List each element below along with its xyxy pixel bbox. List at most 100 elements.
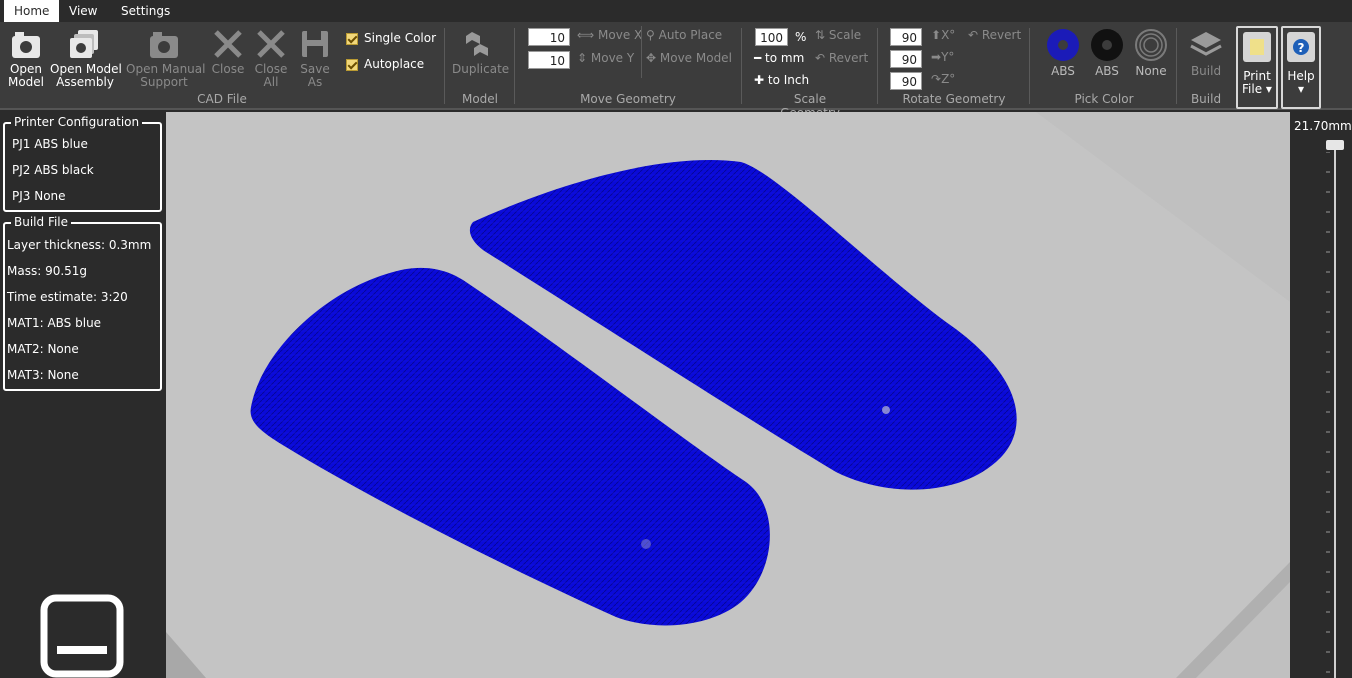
close-all-label: Close All (254, 62, 288, 89)
save-as-button[interactable]: Save As (296, 28, 334, 89)
build-row-mat3: MAT3: None (7, 368, 79, 382)
build-button[interactable]: Build (1185, 28, 1227, 78)
to-inch-button[interactable]: ✚ to Inch (754, 73, 809, 87)
color-none-label: None (1135, 64, 1167, 78)
separator (1176, 28, 1177, 104)
document-icon (1243, 32, 1271, 62)
menu-bar: Home View Settings (0, 0, 1352, 22)
to-mm-button[interactable]: ━ to mm (754, 51, 804, 65)
layers-icon (1190, 32, 1222, 56)
duplicate-icon (466, 32, 488, 56)
move-y-button[interactable]: ⇕ Move Y (577, 51, 634, 65)
duplicate-label: Duplicate (452, 62, 510, 76)
percent-label: % (795, 30, 807, 44)
to-mm-label: to mm (765, 51, 805, 65)
color-abs-black-label: ABS (1095, 64, 1119, 78)
duplicate-button[interactable]: Duplicate (452, 30, 510, 76)
auto-place-label: Auto Place (658, 28, 723, 42)
printer-row-pj2: PJ2 ABS black (12, 163, 94, 177)
tab-view[interactable]: View (59, 0, 107, 22)
revert-icon: ↶ (815, 51, 829, 65)
build-row-mat2: MAT2: None (7, 342, 79, 356)
move-model-button[interactable]: ✥ Move Model (646, 51, 732, 65)
plus-icon: ✚ (754, 73, 768, 87)
close-button[interactable]: Close (208, 28, 248, 76)
separator (741, 28, 742, 104)
tab-home[interactable]: Home (4, 0, 60, 22)
move-y-input[interactable]: 10 (528, 51, 570, 69)
model-group-label: Model (461, 92, 499, 106)
rotate-z-label: Z° (941, 72, 956, 86)
scale-button[interactable]: ⇅ Scale (815, 28, 861, 42)
rotate-x-button[interactable]: ⬆X° (931, 28, 955, 42)
rotate-x-label: X° (941, 28, 956, 42)
move-model-label: Move Model (659, 51, 732, 65)
build-row-layer-thickness: Layer thickness: 0.3mm (7, 238, 152, 252)
autoplace-checkbox[interactable] (346, 59, 358, 71)
build-row-mass: Mass: 90.51g (7, 264, 88, 278)
rotate-z-button[interactable]: ↷Z° (931, 72, 955, 86)
rotate-z-input[interactable]: 90 (890, 72, 922, 90)
folder-camera-icon (12, 32, 40, 58)
scale-revert-label: Revert (828, 51, 869, 65)
arrows-vertical-icon: ⇕ (577, 51, 591, 65)
rotate-y-label: Y° (941, 50, 955, 64)
save-icon (302, 31, 328, 57)
open-manual-support-button[interactable]: Open Manual Support (126, 30, 206, 89)
rotate-revert-button[interactable]: ↶ Revert (968, 28, 1021, 42)
print-file-button[interactable]: Print File ▾ (1236, 26, 1278, 109)
color-none-button[interactable]: None (1131, 28, 1171, 78)
rotate-x-input[interactable]: 90 (890, 28, 922, 46)
rotate-y-button[interactable]: ➡Y° (931, 50, 954, 64)
color-abs-black-button[interactable]: ABS (1087, 28, 1127, 78)
open-model-assembly-button[interactable]: Open Model Assembly (50, 30, 122, 89)
collapse-panel-icon[interactable] (40, 594, 124, 678)
arrow-turn-icon: ↷ (931, 72, 942, 86)
slider-ticks (1326, 152, 1330, 673)
pick-color-group-label: Pick Color (1074, 92, 1134, 106)
layer-height-label: 21.70mm (1294, 119, 1352, 133)
move-y-label: Move Y (590, 51, 635, 65)
move-x-button[interactable]: ⟺ Move X (577, 28, 642, 42)
rotate-revert-label: Revert (981, 28, 1022, 42)
help-button[interactable]: ? Help ▾ (1281, 26, 1321, 109)
to-inch-label: to Inch (767, 73, 810, 87)
scale-revert-button[interactable]: ↶ Revert (815, 51, 868, 65)
scale-label: Scale (828, 28, 862, 42)
build-file-box: Build File Layer thickness: 0.3mm Mass: … (3, 215, 162, 391)
rotate-geometry-group-label: Rotate Geometry (902, 92, 1006, 106)
scale-arrows-icon: ⇅ (815, 28, 829, 42)
scale-input[interactable]: 100 (755, 28, 788, 46)
open-manual-support-label: Open Manual Support (126, 62, 206, 89)
auto-place-button[interactable]: ⚲ Auto Place (646, 28, 722, 42)
color-abs-blue-button[interactable]: ABS (1043, 28, 1083, 78)
svg-text:?: ? (1298, 41, 1305, 55)
single-color-checkbox[interactable] (346, 33, 358, 45)
3d-viewport[interactable] (166, 112, 1290, 678)
build-label: Build (1190, 64, 1222, 78)
arrows-horizontal-icon: ⟺ (577, 28, 599, 42)
open-model-label: Open Model (7, 62, 45, 89)
move-cross-icon: ✥ (646, 51, 660, 65)
spool-empty-icon (1135, 29, 1167, 61)
printer-row-pj1: PJ1 ABS blue (12, 137, 88, 151)
build-scene[interactable] (166, 112, 1290, 678)
separator (514, 28, 515, 104)
build-file-title: Build File (11, 215, 72, 229)
minus-icon: ━ (754, 51, 766, 65)
separator (1029, 28, 1030, 104)
separator (877, 28, 878, 104)
build-row-mat1: MAT1: ABS blue (7, 316, 102, 330)
left-panel: Printer Configuration PJ1 ABS blue PJ2 A… (0, 112, 166, 678)
tab-settings[interactable]: Settings (111, 0, 180, 22)
help-icon: ? (1287, 32, 1315, 62)
rotate-y-input[interactable]: 90 (890, 50, 922, 68)
autoplace-label: Autoplace (364, 57, 425, 71)
open-model-button[interactable]: Open Model (6, 30, 46, 89)
cad-file-group-label: CAD File (197, 92, 247, 106)
slider-handle[interactable] (1326, 140, 1344, 150)
help-label: Help ▾ (1287, 69, 1315, 96)
move-x-input[interactable]: 10 (528, 28, 570, 46)
close-all-button[interactable]: Close All (252, 28, 290, 89)
slider-track[interactable] (1334, 146, 1336, 678)
